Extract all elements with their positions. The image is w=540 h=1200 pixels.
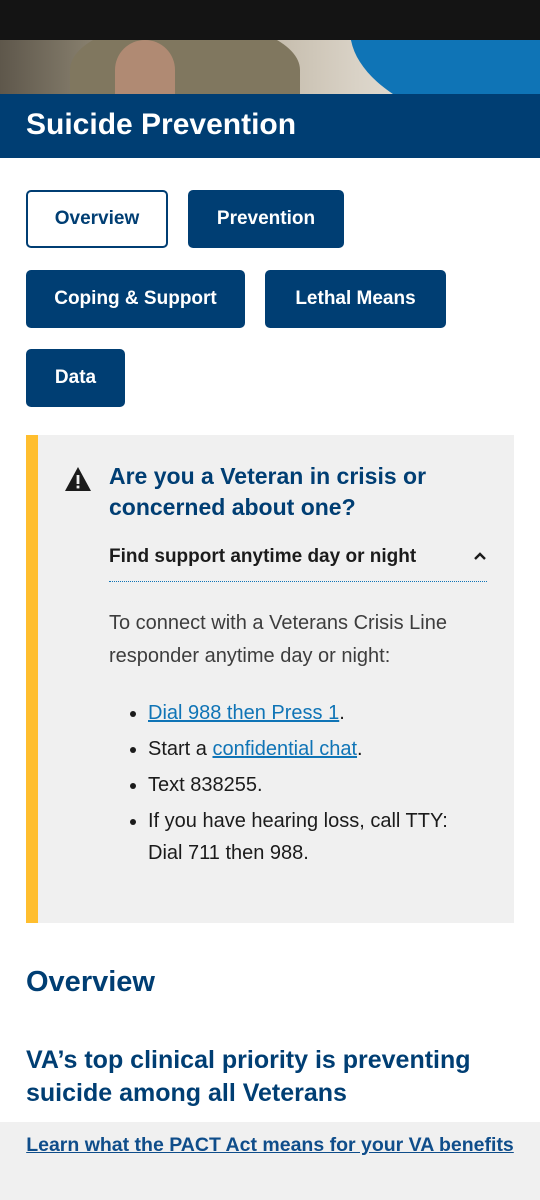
- overview-heading: Overview: [26, 966, 155, 998]
- crisis-heading: Are you a Veteran in crisis or concerned…: [109, 463, 427, 520]
- pact-act-link[interactable]: Learn what the PACT Act means for your V…: [26, 1134, 514, 1156]
- accordion-find-support[interactable]: Find support anytime day or night: [109, 545, 487, 582]
- tab-lethal-means[interactable]: Lethal Means: [265, 270, 446, 328]
- list-item: Dial 988 then Press 1.: [148, 697, 478, 729]
- tab-coping-support[interactable]: Coping & Support: [26, 270, 245, 328]
- list-item: If you have hearing loss, call TTY: Dial…: [148, 805, 478, 869]
- dial-988-link[interactable]: Dial 988 then Press 1: [148, 702, 339, 724]
- tab-prevention[interactable]: Prevention: [188, 190, 344, 248]
- accordion-label: Find support anytime day or night: [109, 546, 417, 567]
- page-header: Suicide Prevention: [0, 94, 540, 158]
- list-item: Start a confidential chat.: [148, 733, 478, 765]
- page-title: Suicide Prevention: [26, 108, 297, 141]
- tab-overview[interactable]: Overview: [26, 190, 168, 248]
- pact-act-banner: Learn what the PACT Act means for your V…: [0, 1122, 540, 1200]
- hero-image: [0, 40, 540, 94]
- tab-data[interactable]: Data: [26, 349, 125, 407]
- chevron-up-icon[interactable]: [473, 551, 487, 561]
- warning-icon: [65, 467, 91, 491]
- confidential-chat-link[interactable]: confidential chat: [212, 738, 357, 760]
- list-item: Text 838255.: [148, 769, 478, 801]
- priority-heading: VA’s top clinical priority is preventing…: [26, 1046, 471, 1107]
- status-bar: [0, 0, 540, 40]
- crisis-alert-box: Are you a Veteran in crisis or concerned…: [26, 435, 514, 923]
- crisis-intro: To connect with a Veterans Crisis Line r…: [109, 612, 447, 667]
- crisis-options-list: Dial 988 then Press 1. Start a confident…: [120, 697, 478, 873]
